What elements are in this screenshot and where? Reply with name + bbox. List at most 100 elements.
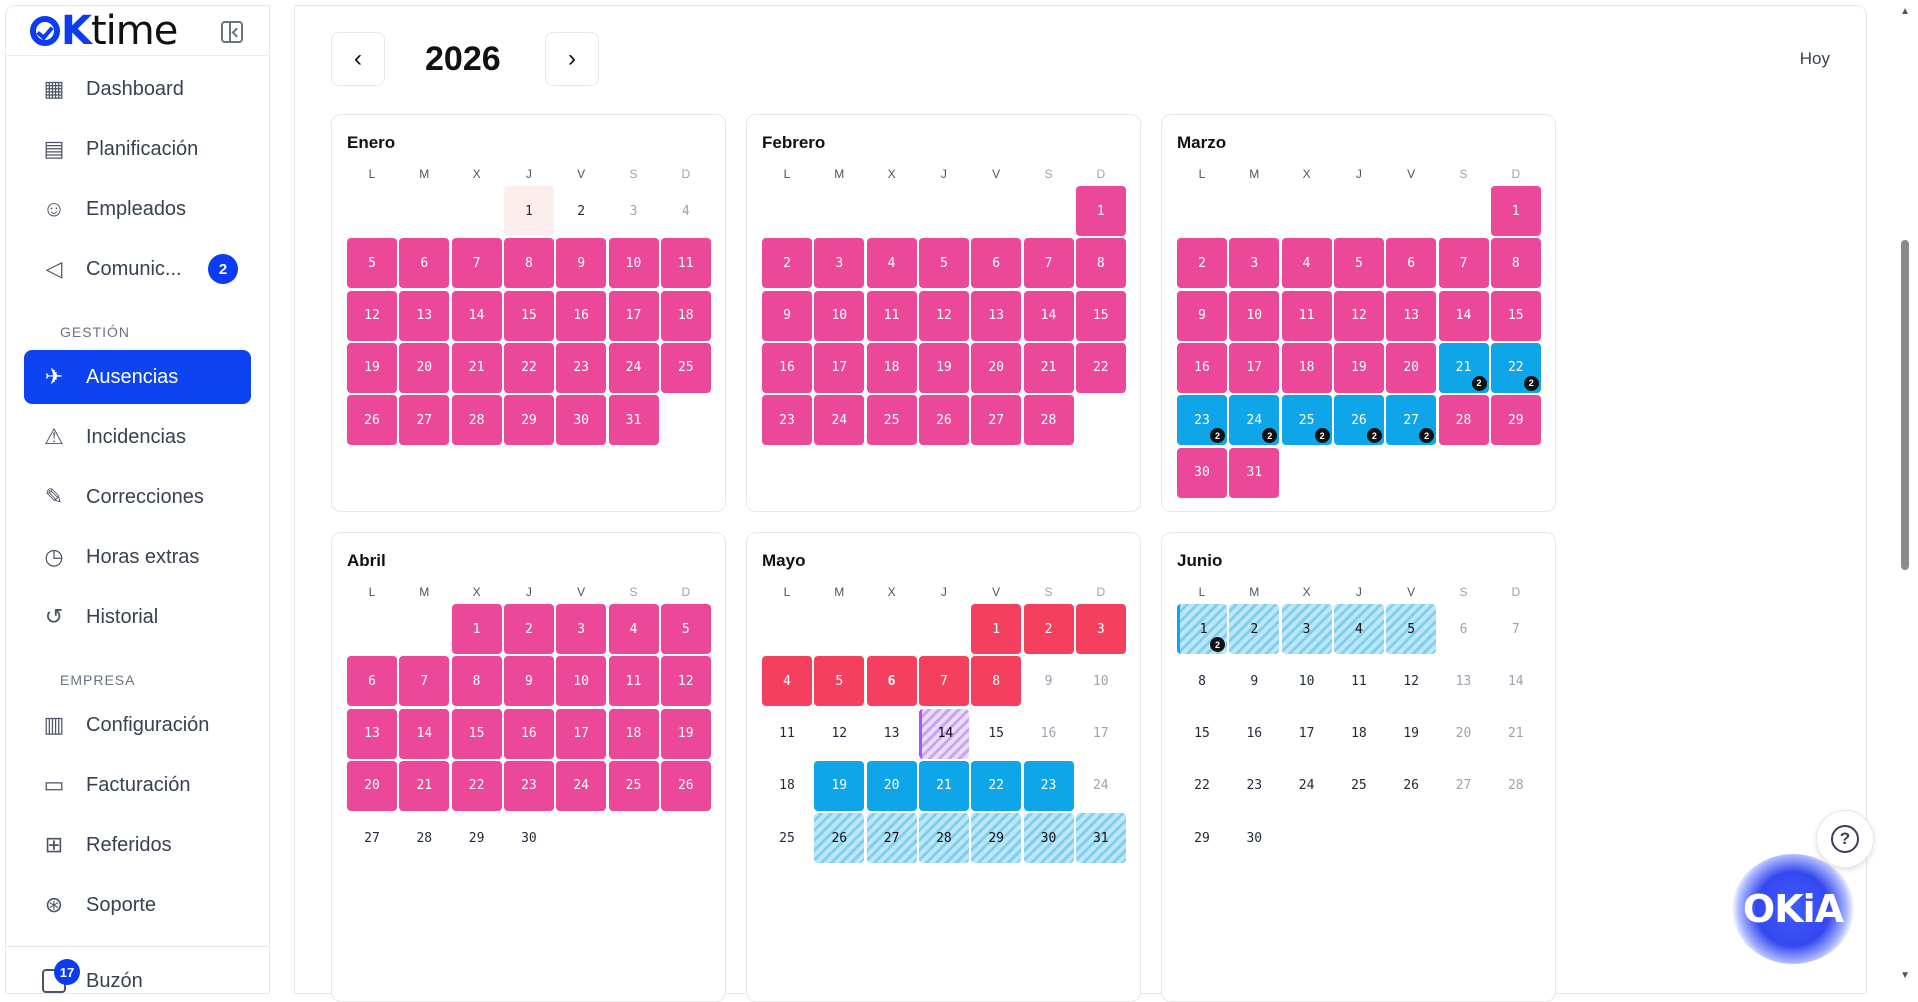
calendar-day[interactable]: 9 xyxy=(1229,656,1279,706)
calendar-day[interactable]: 20 xyxy=(347,760,397,811)
calendar-day[interactable]: 20 xyxy=(399,342,450,393)
calendar-day[interactable]: 17 xyxy=(1229,342,1280,393)
calendar-day[interactable]: 17 xyxy=(814,342,865,393)
calendar-day[interactable]: 2 xyxy=(503,604,554,654)
calendar-day[interactable]: 26 xyxy=(660,760,711,811)
calendar-day[interactable]: 1 xyxy=(1075,186,1126,236)
calendar-day[interactable]: 15 xyxy=(503,290,554,341)
calendar-day[interactable]: 22 xyxy=(451,760,502,811)
calendar-day[interactable]: 31 xyxy=(608,395,659,446)
calendar-day[interactable]: 6 xyxy=(971,238,1022,289)
calendar-day[interactable]: 24 2 xyxy=(1229,395,1280,446)
calendar-day[interactable]: 21 xyxy=(399,760,450,811)
calendar-day[interactable]: 16 xyxy=(762,342,812,393)
calendar-day[interactable]: 20 xyxy=(1439,709,1489,759)
calendar-day[interactable]: 18 xyxy=(660,290,711,341)
calendar-day[interactable]: 23 xyxy=(556,342,607,393)
calendar-day[interactable]: 6 xyxy=(866,656,917,707)
calendar-day[interactable]: 29 xyxy=(971,813,1022,864)
scrollbar-thumb[interactable] xyxy=(1901,240,1909,570)
calendar-day[interactable]: 12 xyxy=(347,290,397,341)
calendar-day[interactable]: 9 xyxy=(1177,290,1227,341)
calendar-day[interactable]: 2 xyxy=(1177,238,1227,289)
calendar-day[interactable]: 24 xyxy=(556,760,607,811)
calendar-day[interactable]: 4 xyxy=(762,656,812,707)
sidebar-item-planificacion[interactable]: ▤ Planificación xyxy=(24,122,251,176)
calendar-day[interactable]: 3 xyxy=(609,186,659,236)
calendar-day[interactable]: 25 xyxy=(762,813,812,863)
today-button[interactable]: Hoy xyxy=(1800,49,1830,69)
calendar-day[interactable]: 16 xyxy=(1177,342,1227,393)
calendar-day[interactable]: 14 xyxy=(918,708,969,759)
sidebar-item-facturacion[interactable]: ▭ Facturación xyxy=(24,758,251,812)
calendar-day[interactable]: 1 xyxy=(451,604,502,654)
calendar-day[interactable]: 26 2 xyxy=(1333,395,1384,446)
calendar-day[interactable]: 27 2 xyxy=(1386,395,1437,446)
calendar-day[interactable]: 22 xyxy=(1075,342,1126,393)
calendar-day[interactable]: 14 xyxy=(1023,290,1074,341)
calendar-day[interactable]: 18 xyxy=(1281,342,1332,393)
calendar-day[interactable]: 14 xyxy=(399,708,450,759)
calendar-day[interactable]: 8 xyxy=(1490,238,1541,289)
calendar-day[interactable]: 5 xyxy=(1386,604,1437,654)
calendar-day[interactable]: 9 xyxy=(503,656,554,707)
calendar-day[interactable]: 28 xyxy=(1491,761,1541,811)
calendar-day[interactable]: 5 xyxy=(1333,238,1384,289)
calendar-day[interactable]: 30 xyxy=(556,395,607,446)
calendar-day[interactable]: 21 xyxy=(918,760,969,811)
calendar-day[interactable]: 6 xyxy=(347,656,397,707)
calendar-day[interactable]: 1 xyxy=(1490,186,1541,236)
calendar-day[interactable]: 14 xyxy=(451,290,502,341)
calendar-day[interactable]: 12 xyxy=(918,290,969,341)
calendar-day[interactable]: 29 xyxy=(1490,395,1541,446)
calendar-day[interactable]: 3 xyxy=(1229,238,1280,289)
calendar-day[interactable]: 7 xyxy=(918,656,969,707)
calendar-day[interactable]: 10 xyxy=(556,656,607,707)
calendar-day[interactable]: 11 xyxy=(608,656,659,707)
calendar-day[interactable]: 24 xyxy=(608,342,659,393)
calendar-day[interactable]: 2 xyxy=(762,238,812,289)
calendar-day[interactable]: 12 xyxy=(814,709,864,759)
calendar-day[interactable]: 3 xyxy=(1075,604,1126,654)
calendar-day[interactable]: 25 xyxy=(866,395,917,446)
calendar-day[interactable]: 21 xyxy=(451,342,502,393)
calendar-day[interactable]: 2 xyxy=(556,186,606,236)
calendar-day[interactable]: 19 xyxy=(660,708,711,759)
calendar-day[interactable]: 25 xyxy=(660,342,711,393)
calendar-day[interactable]: 4 xyxy=(1333,604,1384,654)
calendar-day[interactable]: 1 xyxy=(971,604,1022,654)
calendar-day[interactable]: 10 xyxy=(814,290,865,341)
calendar-day[interactable]: 17 xyxy=(1282,709,1332,759)
sidebar-item-referidos[interactable]: ⊞ Referidos xyxy=(24,818,251,872)
calendar-day[interactable]: 27 xyxy=(866,813,917,864)
calendar-day[interactable]: 2 xyxy=(1229,604,1280,654)
calendar-day[interactable]: 10 xyxy=(1282,656,1332,706)
sidebar-item-correcciones[interactable]: ✎ Correcciones xyxy=(24,470,251,524)
calendar-day[interactable]: 21 xyxy=(1023,342,1074,393)
calendar-day[interactable]: 23 xyxy=(762,395,812,446)
calendar-day[interactable]: 12 xyxy=(660,656,711,707)
calendar-day[interactable]: 5 xyxy=(347,238,397,289)
calendar-day[interactable]: 14 xyxy=(1438,290,1489,341)
calendar-day[interactable]: 18 xyxy=(608,708,659,759)
calendar-day[interactable]: 26 xyxy=(814,813,865,864)
calendar-day[interactable]: 24 xyxy=(1076,761,1126,811)
calendar-day[interactable]: 24 xyxy=(814,395,865,446)
calendar-day[interactable]: 15 xyxy=(1075,290,1126,341)
calendar-day[interactable]: 25 2 xyxy=(1281,395,1332,446)
okia-assistant-button[interactable]: OKiA xyxy=(1732,854,1854,964)
calendar-day[interactable]: 9 xyxy=(1024,656,1074,706)
calendar-day[interactable]: 11 xyxy=(660,238,711,289)
calendar-day[interactable]: 23 xyxy=(1023,760,1074,811)
calendar-day[interactable]: 4 xyxy=(1281,238,1332,289)
calendar-day[interactable]: 7 xyxy=(451,238,502,289)
calendar-day[interactable]: 19 xyxy=(1333,342,1384,393)
calendar-day[interactable]: 8 xyxy=(971,656,1022,707)
calendar-day[interactable]: 8 xyxy=(451,656,502,707)
calendar-day[interactable]: 13 xyxy=(971,290,1022,341)
calendar-day[interactable]: 29 xyxy=(1177,813,1227,863)
oktime-logo[interactable]: Ktime xyxy=(30,11,178,51)
calendar-day[interactable]: 28 xyxy=(399,813,449,863)
calendar-day[interactable]: 16 xyxy=(1229,709,1279,759)
sidebar-item-dashboard[interactable]: ▦ Dashboard xyxy=(24,62,251,116)
